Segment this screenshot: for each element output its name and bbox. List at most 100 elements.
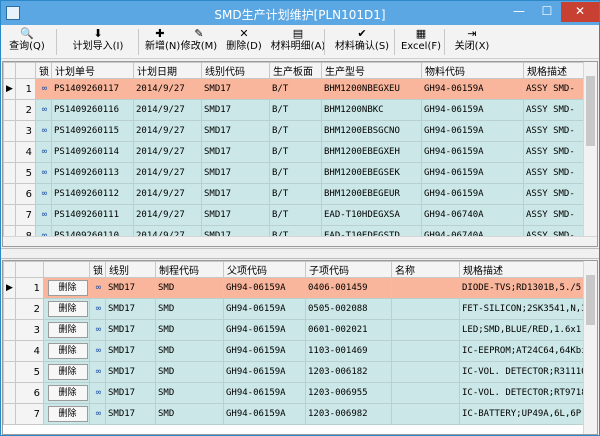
cell-spec[interactable]: FET-SILICON;2SK3541,N,30	[459, 298, 597, 320]
table-row[interactable]: 2 ∞ PS1409260116 2014/9/27 SMD17 B/T BHM1200NB…	[3, 99, 597, 121]
cell-spec[interactable]: IC-VOL. DETECTOR;RT9718C	[459, 382, 597, 404]
cell-plan-no[interactable]: PS1409260117	[51, 78, 134, 100]
cell-date[interactable]: 2014/9/27	[133, 141, 202, 163]
minimize-button[interactable]: —	[505, 2, 533, 22]
cell-plan-no[interactable]: PS1409260115	[51, 120, 134, 142]
toolbar-button-excel[interactable]: ▦ Excel(F)	[400, 27, 442, 57]
cell-parent[interactable]: GH94-06159A	[223, 340, 306, 362]
column-header[interactable]: 名称	[391, 261, 460, 278]
cell-lock[interactable]: ∞	[35, 162, 52, 184]
toolbar-button-delete[interactable]: ✕ 删除(D)	[223, 27, 265, 57]
cell-process[interactable]: SMD	[155, 340, 224, 362]
column-header[interactable]: 父项代码	[223, 261, 306, 278]
cell-model[interactable]: BHM1200EBEGEUR	[321, 183, 422, 205]
cell-name[interactable]	[391, 319, 460, 341]
cell-plan-no[interactable]: PS1409260114	[51, 141, 134, 163]
delete-row-button[interactable]: 删除	[47, 343, 88, 359]
cell-line[interactable]: SMD17	[201, 141, 270, 163]
table-row[interactable]: 6 ∞ PS1409260112 2014/9/27 SMD17 B/T BHM1200EB…	[3, 183, 597, 205]
toolbar-button-close-door[interactable]: ⇥ 关闭(X)	[450, 27, 494, 57]
cell-lock[interactable]: ∞	[35, 99, 52, 121]
cell-plan-no[interactable]: PS1409260113	[51, 162, 134, 184]
cell-material[interactable]: GH94-06159A	[421, 141, 524, 163]
cell-line[interactable]: SMD17	[201, 162, 270, 184]
cell-model[interactable]: BHM1200EBEGSEK	[321, 162, 422, 184]
plan-grid-horizontal-scrollbar[interactable]	[3, 236, 597, 246]
cell-lock[interactable]: ∞	[35, 204, 52, 226]
cell-lock[interactable]: ∞	[89, 277, 106, 299]
plan-grid-scroll-thumb[interactable]	[586, 76, 595, 146]
cell-line[interactable]: SMD17	[201, 183, 270, 205]
cell-parent[interactable]: GH94-06159A	[223, 361, 306, 383]
cell-parent[interactable]: GH94-06159A	[223, 382, 306, 404]
cell-line[interactable]: SMD17	[201, 78, 270, 100]
table-row[interactable]: 5 删除 ∞ SMD17 SMD GH94-06159A 1203-006182 IC-VOL…	[3, 361, 597, 383]
delete-row-button[interactable]: 删除	[47, 280, 88, 296]
cell-spec[interactable]: DIODE-TVS;RD1301B,5./5.5	[459, 277, 597, 299]
cell-side[interactable]: B/T	[269, 99, 322, 121]
delete-row-button[interactable]: 删除	[47, 322, 88, 338]
column-header[interactable]: 计划日期	[133, 62, 202, 79]
cell-material[interactable]: GH94-06159A	[421, 78, 524, 100]
column-header[interactable]: 生产板面	[269, 62, 322, 79]
cell-lock[interactable]: ∞	[89, 319, 106, 341]
toolbar-button-material-confirm[interactable]: ✔ 材料确认(S)	[332, 27, 392, 57]
toolbar-button-import[interactable]: ⬇ 计划导入(I)	[63, 27, 133, 57]
cell-lock[interactable]: ∞	[89, 382, 106, 404]
cell-child[interactable]: 1203-006982	[305, 403, 392, 425]
cell-material[interactable]: GH94-06159A	[421, 162, 524, 184]
cell-model[interactable]: BHM1200NBEGXEU	[321, 78, 422, 100]
cell-name[interactable]	[391, 277, 460, 299]
cell-side[interactable]: B/T	[269, 141, 322, 163]
cell-material[interactable]: GH94-06740A	[421, 204, 524, 226]
grid-splitter[interactable]	[1, 248, 599, 259]
column-header[interactable]: 物料代码	[421, 62, 524, 79]
cell-parent[interactable]: GH94-06159A	[223, 298, 306, 320]
cell-child[interactable]: 0505-002088	[305, 298, 392, 320]
cell-side[interactable]: B/T	[269, 120, 322, 142]
cell-line[interactable]: SMD17	[105, 319, 156, 341]
window-close-button[interactable]: ✕	[561, 2, 599, 22]
cell-parent[interactable]: GH94-06159A	[223, 319, 306, 341]
cell-child[interactable]: 1103-001469	[305, 340, 392, 362]
cell-parent[interactable]: GH94-06159A	[223, 277, 306, 299]
cell-lock[interactable]: ∞	[89, 298, 106, 320]
cell-model[interactable]: BHM1200EBEGXEH	[321, 141, 422, 163]
cell-plan-no[interactable]: PS1409260116	[51, 99, 134, 121]
cell-date[interactable]: 2014/9/27	[133, 78, 202, 100]
column-header[interactable]: 锁	[89, 261, 106, 278]
cell-child[interactable]: 0406-001459	[305, 277, 392, 299]
cell-line[interactable]: SMD17	[105, 361, 156, 383]
plan-grid-vertical-scrollbar[interactable]	[583, 62, 597, 236]
cell-line[interactable]: SMD17	[201, 120, 270, 142]
column-header[interactable]: 线别代码	[201, 62, 270, 79]
cell-lock[interactable]: ∞	[89, 340, 106, 362]
table-row[interactable]: 7 ∞ PS1409260111 2014/9/27 SMD17 B/T EAD-T10HD…	[3, 204, 597, 226]
table-row[interactable]: 4 ∞ PS1409260114 2014/9/27 SMD17 B/T BHM1200EB…	[3, 141, 597, 163]
cell-child[interactable]: 1203-006182	[305, 361, 392, 383]
table-row[interactable]: ▶ 1 ∞ PS1409260117 2014/9/27 SMD17 B/T BHM1200N…	[3, 78, 597, 100]
toolbar-button-new[interactable]: ✚ 新增(N)	[145, 27, 180, 57]
cell-side[interactable]: B/T	[269, 204, 322, 226]
column-header[interactable]: 锁	[35, 62, 52, 79]
cell-model[interactable]: EAD-T10HDEGXSA	[321, 204, 422, 226]
cell-process[interactable]: SMD	[155, 382, 224, 404]
cell-material[interactable]: GH94-06159A	[421, 120, 524, 142]
material-grid-scroll-thumb[interactable]	[586, 275, 595, 325]
toolbar-button-edit[interactable]: ✎ 修改(M)	[178, 27, 220, 57]
cell-lock[interactable]: ∞	[35, 183, 52, 205]
cell-name[interactable]	[391, 361, 460, 383]
material-grid-vertical-scrollbar[interactable]	[583, 261, 597, 434]
cell-side[interactable]: B/T	[269, 78, 322, 100]
cell-name[interactable]	[391, 403, 460, 425]
column-header[interactable]: 规格描述	[459, 261, 597, 278]
title-bar[interactable]: SMD生产计划维护[PLN101D1] — ☐ ✕	[1, 1, 599, 25]
cell-child[interactable]: 1203-006955	[305, 382, 392, 404]
cell-line[interactable]: SMD17	[105, 382, 156, 404]
column-header[interactable]: 计划单号	[51, 62, 134, 79]
maximize-button[interactable]: ☐	[533, 2, 561, 22]
delete-row-button[interactable]: 删除	[47, 385, 88, 401]
table-row[interactable]: 5 ∞ PS1409260113 2014/9/27 SMD17 B/T BHM1200EB…	[3, 162, 597, 184]
column-header[interactable]: 生产型号	[321, 62, 422, 79]
cell-plan-no[interactable]: PS1409260112	[51, 183, 134, 205]
